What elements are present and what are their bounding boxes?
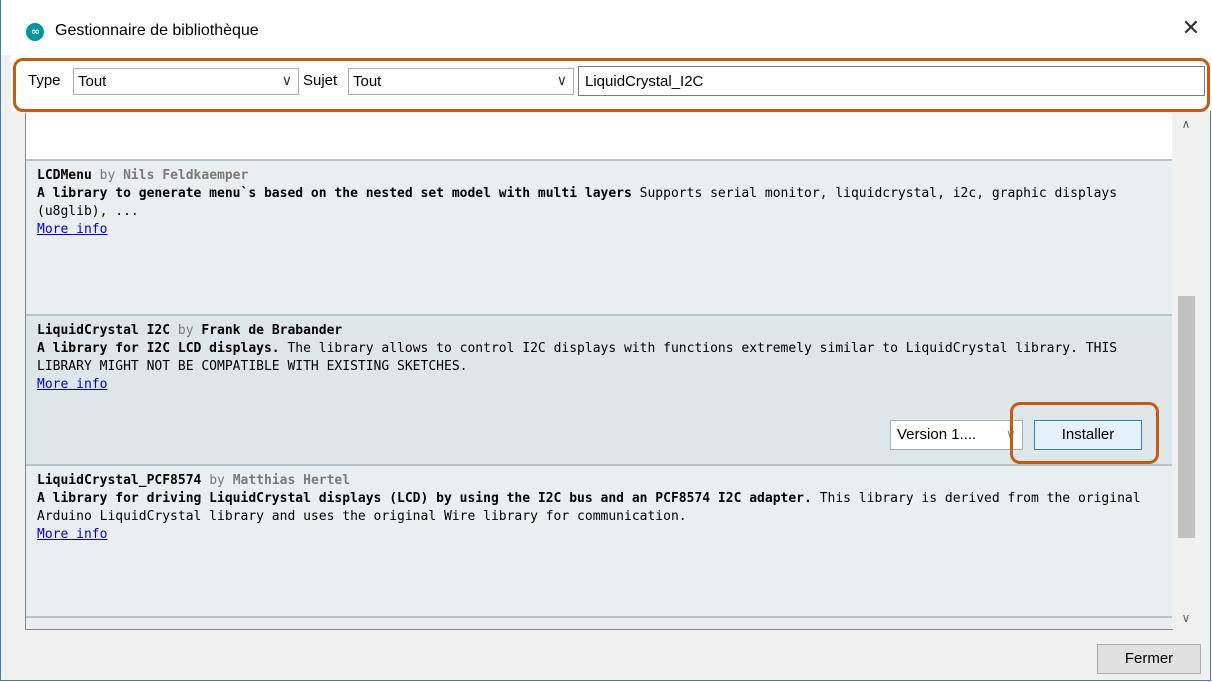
scroll-down-icon[interactable]: ∨ <box>1175 607 1197 629</box>
list-item[interactable]: LCDMenu by Nils Feldkaemper A library to… <box>25 160 1172 315</box>
title-bar: ∞ Gestionnaire de bibliothèque ✕ <box>1 0 1212 55</box>
scroll-thumb[interactable] <box>1178 296 1195 538</box>
install-highlight-box <box>1010 402 1159 464</box>
filter-highlight-box <box>13 58 1210 112</box>
library-name: LiquidCrystal_PCF8574 <box>37 473 202 488</box>
library-by: by <box>177 323 194 338</box>
arduino-icon: ∞ <box>26 23 44 41</box>
library-author: Matthias Hertel <box>232 473 351 488</box>
close-button[interactable]: Fermer <box>1097 644 1201 674</box>
vertical-scrollbar[interactable]: ∧ ∨ <box>1175 113 1197 629</box>
more-info-link[interactable]: More info <box>37 222 107 237</box>
library-by: by <box>99 168 116 183</box>
list-item-selected[interactable]: LiquidCrystal I2C by Frank de Brabander … <box>25 315 1172 465</box>
library-name: LiquidCrystal I2C <box>37 323 171 338</box>
window-title: Gestionnaire de bibliothèque <box>55 22 259 39</box>
list-item-partial[interactable] <box>25 617 1172 629</box>
more-info-link[interactable]: More info <box>37 377 107 392</box>
version-select-value: Version 1.... <box>897 426 977 443</box>
library-name: LCDMenu <box>37 168 92 183</box>
list-border-left <box>25 113 26 629</box>
library-sentence: A library for I2C LCD displays. <box>37 341 280 356</box>
scroll-up-icon[interactable]: ∧ <box>1175 113 1197 135</box>
library-author: Frank de Brabander <box>201 323 343 338</box>
library-sentence: A library for driving LiquidCrystal disp… <box>37 491 812 506</box>
close-icon[interactable]: ✕ <box>1176 14 1206 44</box>
library-list: LCDMenu by Nils Feldkaemper A library to… <box>25 113 1172 629</box>
library-author: Nils Feldkaemper <box>123 168 249 183</box>
more-info-link[interactable]: More info <box>37 527 107 542</box>
list-item[interactable]: LiquidCrystal_PCF8574 by Matthias Hertel… <box>25 465 1172 617</box>
list-item-blank <box>25 113 1172 160</box>
library-sentence: A library to generate menu`s based on th… <box>37 186 632 201</box>
version-select[interactable]: Version 1.... ∨ <box>890 420 1023 450</box>
list-border-bottom <box>25 629 1173 630</box>
library-by: by <box>209 473 225 488</box>
library-manager-window: ∞ Gestionnaire de bibliothèque ✕ Type To… <box>0 0 1212 681</box>
